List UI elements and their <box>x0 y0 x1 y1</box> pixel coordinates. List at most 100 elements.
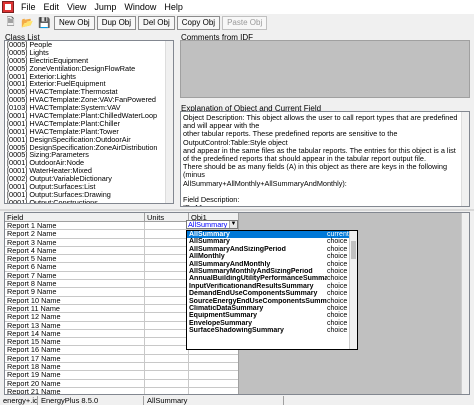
comments-textarea[interactable] <box>180 40 470 98</box>
explanation-scrollbar[interactable] <box>461 112 469 206</box>
menu-edit[interactable]: Edit <box>40 0 64 14</box>
dropdown-option[interactable]: ClimaticDataSummary choice <box>187 305 357 312</box>
explanation-line: Field Description: <box>183 194 240 204</box>
class-list-item[interactable]: [0005] DesignSpecification:ZoneAirDistri… <box>5 144 173 152</box>
dropdown-option[interactable]: AllSummaryAndMonthly choice <box>187 261 357 268</box>
field-name-cell: Report 3 Name <box>5 238 145 246</box>
class-list-item[interactable]: [0005] ElectricEquipment <box>5 57 173 65</box>
option-name: SurfaceShadowingSummary <box>189 327 284 335</box>
obj1-value-cell[interactable] <box>189 388 238 394</box>
copy-obj-button[interactable]: Copy Obj <box>176 16 221 30</box>
class-list-item[interactable]: [0005] People <box>5 41 173 49</box>
dropdown-option[interactable]: AllSummary current <box>187 231 357 239</box>
dropdown-arrow-icon[interactable]: ▼ <box>229 221 237 228</box>
explanation-text: Object Description: This object allows t… <box>180 111 470 207</box>
class-list-item[interactable]: [0002] Output:VariableDictionary <box>5 175 173 183</box>
dropdown-option[interactable]: AnnualBuildingUtilityPerformanceSummary c… <box>187 275 357 282</box>
class-list-item[interactable]: [0001] HVACTemplate:Plant:ChilledWaterLo… <box>5 112 173 120</box>
field-name-cell: Report 12 Name <box>5 313 145 321</box>
field-name-cell: Report 9 Name <box>5 288 145 296</box>
class-list-item[interactable]: [0005] HVACTemplate:Thermostat <box>5 88 173 96</box>
units-column-header: Units <box>145 213 189 222</box>
dropdown-scroll-thumb[interactable] <box>351 241 356 259</box>
field-name-cell: Report 17 Name <box>5 354 145 362</box>
units-cell <box>145 387 189 394</box>
class-list-item[interactable]: [0005] Sizing:Parameters <box>5 151 173 159</box>
choices-dropdown[interactable]: AllSummary current AllSummary choice AllSumm… <box>186 230 358 350</box>
dropdown-option[interactable]: SourceEnergyEndUseComponentsSummary choic… <box>187 298 357 305</box>
menu-bar: File Edit View Jump Window Help <box>0 0 474 14</box>
obj1-value-cell[interactable] <box>189 380 238 388</box>
option-name: AnnualBuildingUtilityPerformanceSummary <box>189 275 327 283</box>
dropdown-scrollbar[interactable] <box>349 231 357 349</box>
menu-window[interactable]: Window <box>120 0 160 14</box>
class-list-item[interactable]: [0005] Lights <box>5 49 173 57</box>
option-name: AllMonthly <box>189 253 225 261</box>
new-obj-button[interactable]: New Obj <box>54 16 95 30</box>
dropdown-option[interactable]: SurfaceShadowingSummary choice <box>187 327 357 334</box>
explanation-line: AllSummary+AllMonthly+AllSummaryAndMonth… <box>183 178 347 188</box>
menu-view[interactable]: View <box>63 0 90 14</box>
units-cell <box>145 271 189 280</box>
obj1-value-cell[interactable] <box>189 355 238 364</box>
units-cell <box>145 230 189 238</box>
grid-rows: Report 1 Name Report 2 Name Report 3 Name R… <box>5 221 189 394</box>
grid-scrollbar[interactable] <box>461 213 469 394</box>
class-list-item[interactable]: [0005] ZoneVentilation:DesignFlowRate <box>5 65 173 73</box>
class-list-item[interactable]: [0001] WaterHeater:Mixed <box>5 167 173 175</box>
option-name: EquipmentSummary <box>189 312 258 320</box>
dropdown-option[interactable]: DemandEndUseComponentsSummary choice <box>187 290 357 297</box>
pane-splitter[interactable] <box>0 209 474 211</box>
status-idd: energy+.idd <box>0 396 38 405</box>
class-list[interactable]: [0005] People [0005] Lights [0005] Electri… <box>4 40 174 204</box>
class-list-item[interactable]: [0001] HVACTemplate:Plant:Tower <box>5 128 173 136</box>
del-obj-button[interactable]: Del Obj <box>138 16 175 30</box>
units-cell <box>145 379 189 387</box>
dropdown-option[interactable]: EnvelopeSummary choice <box>187 320 357 327</box>
option-name: SourceEnergyEndUseComponentsSummary <box>189 297 327 305</box>
dropdown-option[interactable]: AllSummaryAndSizingPeriod choice <box>187 246 357 253</box>
menu-file[interactable]: File <box>17 0 40 14</box>
units-cell <box>145 354 189 363</box>
class-list-item[interactable]: [0001] DesignSpecification:OutdoorAir <box>5 136 173 144</box>
units-cell <box>145 255 189 263</box>
save-icon[interactable]: 💾 <box>37 16 52 31</box>
new-file-icon[interactable]: 🗎 <box>3 16 18 31</box>
units-cell <box>145 338 189 346</box>
report-name-combobox[interactable]: AllSummary ▼ <box>186 220 238 229</box>
class-list-item[interactable]: [0001] OutdoorAir:Node <box>5 159 173 167</box>
obj1-value-cell[interactable] <box>189 371 238 380</box>
dropdown-option[interactable]: AllMonthly choice <box>187 253 357 260</box>
obj1-value-cell[interactable] <box>189 363 238 372</box>
dropdown-option[interactable]: EquipmentSummary choice <box>187 312 357 319</box>
class-list-item[interactable]: [0001] Exterior:Lights <box>5 73 173 81</box>
class-list-item[interactable]: [0005] HVACTemplate:Zone:VAV:FanPowered <box>5 96 173 104</box>
table-row: Report 21 Name <box>5 387 189 394</box>
menu-help[interactable]: Help <box>160 0 187 14</box>
class-list-item[interactable]: [0103] HVACTemplate:System:VAV <box>5 104 173 112</box>
class-list-scrollbar[interactable] <box>165 41 173 203</box>
dropdown-option[interactable]: AllSummary choice <box>187 238 357 245</box>
status-version: EnergyPlus 8.5.0 <box>38 396 144 405</box>
open-folder-icon[interactable]: 📂 <box>20 16 35 31</box>
option-name: InputVerificationandResultsSummary <box>189 282 314 290</box>
units-cell <box>145 222 189 230</box>
option-name: EnvelopeSummary <box>189 319 253 327</box>
toolbar: 🗎 📂 💾 New Obj Dup Obj Del Obj Copy Obj P… <box>0 14 474 32</box>
paste-obj-button[interactable]: Paste Obj <box>222 16 268 30</box>
dup-obj-button[interactable]: Dup Obj <box>96 16 137 30</box>
dropdown-option[interactable]: InputVerificationandResultsSummary choice <box>187 283 357 290</box>
menu-jump[interactable]: Jump <box>90 0 120 14</box>
field-name-cell: Report 10 Name <box>5 296 145 304</box>
class-list-item[interactable]: [0001] Output:Surfaces:List <box>5 183 173 191</box>
class-list-item[interactable]: [0001] HVACTemplate:Plant:Chiller <box>5 120 173 128</box>
field-name-cell: Report 1 Name <box>5 221 145 230</box>
explanation-line: ID: A1 <box>183 203 459 206</box>
class-list-item[interactable]: [0001] Output:Surfaces:Drawing <box>5 191 173 199</box>
field-name-cell: Report 7 Name <box>5 271 145 279</box>
class-list-item[interactable]: [0001] Output:Constructions <box>5 199 173 203</box>
dropdown-option[interactable]: AllSummaryMonthlyAndSizingPeriod choice <box>187 268 357 275</box>
field-name-cell: Report 4 Name <box>5 246 145 255</box>
class-list-item[interactable]: [0001] Exterior:FuelEquipment <box>5 80 173 88</box>
app-icon[interactable] <box>2 1 14 13</box>
